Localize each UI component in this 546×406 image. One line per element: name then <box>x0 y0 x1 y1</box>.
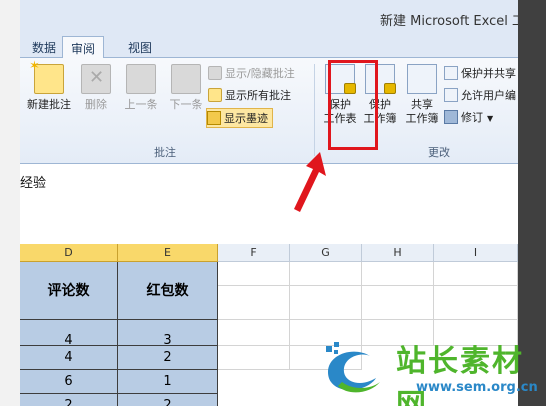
ribbon: ✶ 新建批注 ✕ 删除 上一条 下一条 显示/隐藏批注 显示所有批注 显示墨迹 … <box>20 58 518 164</box>
new-comment-label: 新建批注 <box>27 98 71 111</box>
column-header-g[interactable]: G <box>290 244 362 262</box>
track-changes-button[interactable]: 修订 ▼ <box>444 108 493 128</box>
changes-group-label: 更改 <box>428 146 450 159</box>
empty-cell[interactable] <box>362 286 434 320</box>
group-separator <box>314 64 315 156</box>
table-cell[interactable]: 3 <box>118 320 218 348</box>
table-cell[interactable]: 2 <box>118 346 218 370</box>
title-bar: 新建 Microsoft Excel 工 <box>20 0 525 32</box>
watermark-logo-icon <box>326 342 380 393</box>
empty-cell[interactable] <box>218 346 290 370</box>
delete-icon: ✕ <box>81 64 111 94</box>
header-cell-redpackets[interactable]: 红包数 <box>118 262 218 320</box>
column-header-d[interactable]: D <box>20 244 118 262</box>
new-comment-button[interactable]: ✶ 新建批注 <box>24 59 74 140</box>
show-all-comments-label: 显示所有批注 <box>225 89 291 102</box>
track-changes-icon <box>444 110 458 124</box>
empty-cell[interactable] <box>218 320 290 346</box>
allow-edit-icon <box>444 88 458 102</box>
share-workbook-label-1: 共享 <box>411 98 433 111</box>
new-comment-icon: ✶ <box>29 59 64 94</box>
show-all-comments-icon <box>208 88 222 102</box>
show-ink-button[interactable]: 显示墨迹 <box>206 108 273 128</box>
empty-cell[interactable] <box>290 262 362 286</box>
column-header-e[interactable]: E <box>118 244 218 262</box>
ribbon-tab-bar: 数据 审阅 视图 <box>20 32 518 59</box>
background-strip <box>0 0 20 406</box>
allow-edit-button[interactable]: 允许用户编 <box>444 86 516 106</box>
column-header-i[interactable]: I <box>434 244 518 262</box>
watermark-url: www.sem.org.cn <box>416 380 538 395</box>
next-comment-button[interactable]: 下一条 <box>164 62 208 140</box>
protect-share-button[interactable]: 保护并共享 <box>444 64 516 84</box>
empty-cell[interactable] <box>290 286 362 320</box>
share-workbook-button[interactable]: 共享 工作簿 <box>402 62 442 140</box>
watermark-title: 站长素材网 <box>396 344 524 406</box>
comments-group-label: 批注 <box>154 146 176 159</box>
cell-content-text: 经验 <box>20 176 47 191</box>
previous-icon <box>126 64 156 94</box>
window-title: 新建 Microsoft Excel 工 <box>380 14 525 29</box>
table-cell[interactable]: 1 <box>118 370 218 394</box>
empty-cell[interactable] <box>218 286 290 320</box>
delete-comment-button[interactable]: ✕ 删除 <box>76 62 116 140</box>
previous-label: 上一条 <box>124 98 158 111</box>
chevron-down-icon: ▼ <box>487 114 494 123</box>
header-cell-comments[interactable]: 评论数 <box>20 262 118 320</box>
table-cell[interactable]: 4 <box>20 346 118 370</box>
empty-cell[interactable] <box>362 262 434 286</box>
column-header-f[interactable]: F <box>218 244 290 262</box>
empty-cell[interactable] <box>218 262 290 286</box>
delete-label: 删除 <box>85 98 107 111</box>
next-label: 下一条 <box>169 98 203 111</box>
previous-comment-button[interactable]: 上一条 <box>118 62 164 140</box>
show-hide-comment-button[interactable]: 显示/隐藏批注 <box>208 64 295 84</box>
table-cell[interactable]: 2 <box>118 394 218 406</box>
protect-share-icon <box>444 66 458 80</box>
share-workbook-icon <box>407 64 437 94</box>
tab-data[interactable]: 数据 <box>24 36 64 58</box>
show-hide-comment-icon <box>208 66 222 80</box>
empty-cell[interactable] <box>434 286 518 320</box>
share-workbook-label-2: 工作簿 <box>405 112 439 125</box>
table-cell[interactable]: 4 <box>20 320 118 348</box>
protect-share-label: 保护并共享 <box>461 67 516 80</box>
watermark-logo: 站长素材网 www.sem.org.cn <box>318 336 538 406</box>
next-icon <box>171 64 201 94</box>
allow-edit-label: 允许用户编 <box>461 89 516 102</box>
column-header-h[interactable]: H <box>362 244 434 262</box>
empty-cell[interactable] <box>434 262 518 286</box>
show-ink-label: 显示墨迹 <box>224 112 268 125</box>
table-cell[interactable]: 2 <box>20 394 118 406</box>
highlight-box <box>328 60 378 150</box>
show-ink-icon <box>207 111 221 125</box>
show-hide-comment-label: 显示/隐藏批注 <box>225 67 295 80</box>
show-all-comments-button[interactable]: 显示所有批注 <box>208 86 291 106</box>
tab-view[interactable]: 视图 <box>120 36 160 58</box>
cell-content-area: 经验 <box>20 164 518 244</box>
table-cell[interactable]: 6 <box>20 370 118 394</box>
track-changes-label: 修订 <box>461 111 483 124</box>
red-arrow-icon <box>294 152 326 212</box>
tab-review[interactable]: 审阅 <box>62 36 105 59</box>
